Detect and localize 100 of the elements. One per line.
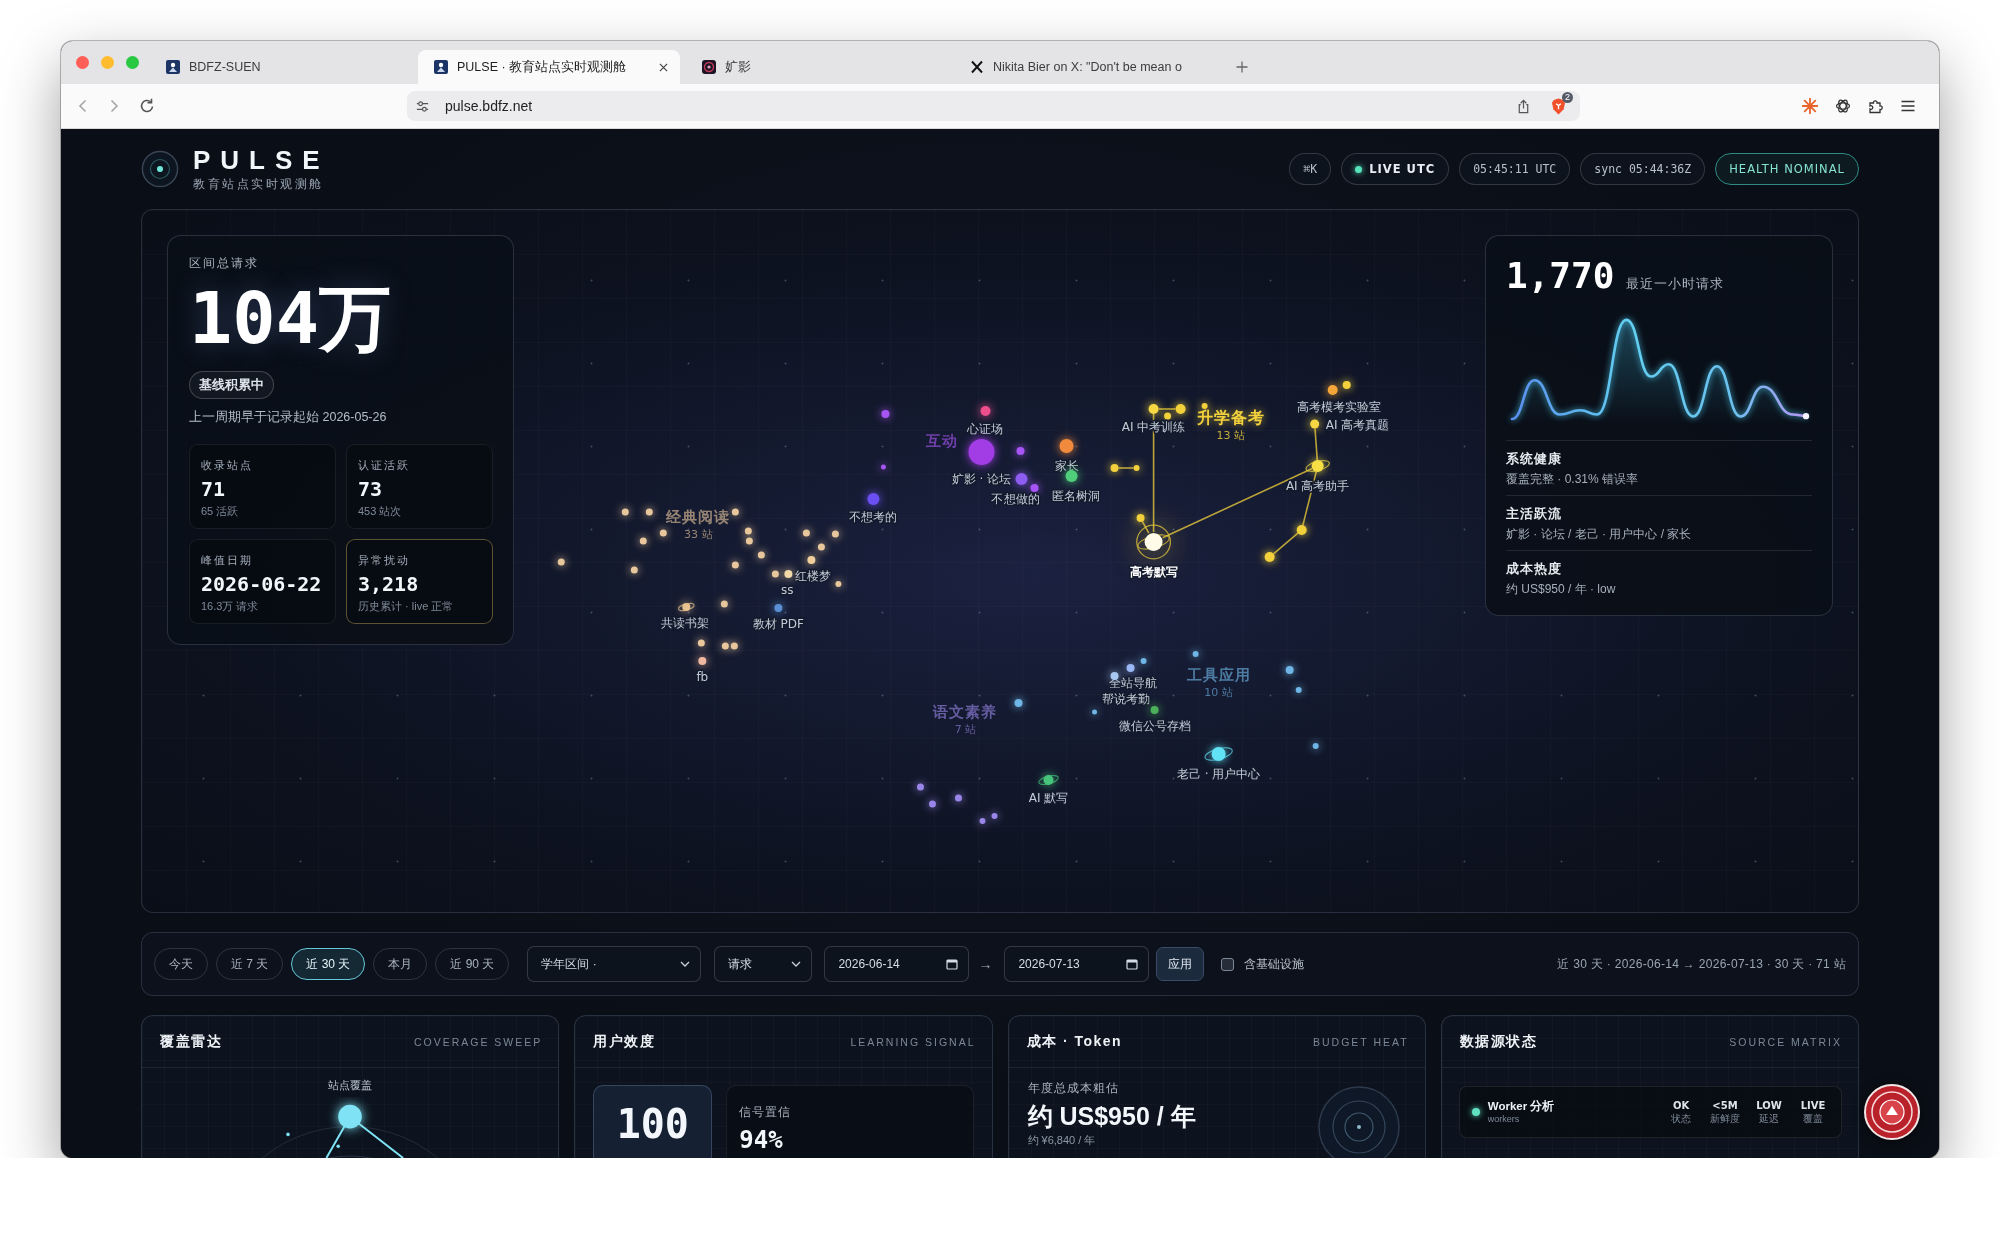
puzzle-icon[interactable] [1868,98,1884,114]
term-select[interactable]: 学年区间 · [527,946,702,982]
map-node[interactable] [698,657,707,665]
stat-caption: 65 活跃 [201,504,240,518]
stat-caption: 453 站次 [358,504,403,518]
cluster-label: 工具应用 [1186,666,1251,684]
browser-tab[interactable]: BDFZ-SUEN [150,50,412,84]
node-label: 红楼梦 [795,569,832,583]
calendar-icon[interactable] [1126,958,1139,970]
map-node[interactable] [1327,385,1338,395]
reload-icon[interactable] [139,98,155,114]
checkbox-label[interactable]: 含基础设施 [1244,955,1305,973]
range-button[interactable]: 近 30 天 [291,948,366,980]
hourly-requests: 1,770 [1506,254,1615,298]
node-label: 不想考的 [849,510,898,524]
map-node[interactable] [1310,419,1320,429]
live-badge: LIVE UTC [1341,153,1450,185]
map-node[interactable] [678,602,695,612]
close-icon[interactable] [659,62,668,72]
stat-caption: 16.3万 请求 [201,599,260,613]
cluster-count: 7 站 [954,723,977,736]
map-node[interactable] [980,406,991,416]
browser-tab[interactable]: PULSE · 教育站点实时观测舱 [418,50,680,84]
map-node[interactable] [1059,439,1074,453]
map-node[interactable] [784,570,793,578]
status-dot-icon [1355,165,1363,173]
map-node[interactable] [1126,664,1135,672]
source-stat-label: 覆盖 [1803,1112,1823,1125]
map-node[interactable] [1204,747,1233,761]
menu-icon[interactable] [1900,98,1916,114]
map-node[interactable] [807,556,816,564]
budget-value: 约 US$950 / 年 [1027,1101,1196,1131]
panel-title: 用户效度 [593,1032,656,1051]
status-badge: 基线积累中 [189,371,274,399]
lion-shield-icon[interactable] [1551,97,1566,115]
map-node[interactable] [774,604,783,612]
node-label: AI 高考真题 [1325,418,1390,432]
source-stat-label: 延迟 [1759,1112,1779,1125]
panel-tag: LEARNING SIGNAL [850,1035,976,1048]
map-node[interactable] [1150,706,1159,714]
panel-tag: SOURCE MATRIX [1729,1035,1842,1048]
new-tab-icon[interactable] [1236,61,1248,73]
map-node[interactable] [1038,775,1059,785]
node-label: 高考默写 [1129,565,1178,579]
sparkle-icon[interactable] [1802,98,1818,114]
share-icon[interactable] [1516,98,1531,114]
apply-button[interactable]: 应用 [1156,947,1205,981]
shortcut-button[interactable]: ⌘K [1289,153,1332,185]
source-stat-value: <5M [1712,1099,1738,1112]
budget-caption: 约 ¥6,840 / 年 [1027,1133,1097,1147]
cluster-count: 33 站 [684,528,713,541]
cluster-count: 10 站 [1204,686,1233,699]
connector-line [1117,467,1135,469]
node-label: 高考模考实验室 [1296,400,1381,414]
cluster-label: 互动 [926,432,959,450]
node-label: AI 默写 [1028,791,1069,805]
calendar-icon[interactable] [946,958,959,970]
end-date-field[interactable]: 2026-07-13 [1004,946,1150,982]
browser-tab[interactable]: 㚧影 [686,50,948,84]
browser-tab[interactable]: Nikita Bier on X: "Don't be mean o [954,50,1216,84]
section-title: 系统健康 [1506,451,1563,468]
stat-label: 峰值日期 [201,553,254,568]
map-node[interactable] [1110,672,1119,680]
stat-caption: 历史累计 · live 正常 [358,599,455,613]
node-label: ss [781,583,794,597]
node-label: 帮说考勤 [1101,692,1150,706]
node-label: fb [696,670,709,684]
address-field[interactable]: pulse.bdfz.net 2 [407,91,1580,121]
budget-label: 年度总成本粗估 [1027,1081,1120,1096]
seal-icon[interactable] [1864,1084,1920,1140]
stat-label: 异常扰动 [358,553,411,568]
node-label: 不想做的 [991,492,1040,506]
map-node[interactable] [1305,460,1330,472]
connector-line [1141,520,1150,534]
map-node[interactable] [968,439,995,465]
map-node[interactable] [1065,470,1078,482]
node-label: 教材 PDF [752,617,804,631]
node-label: 微信公号存档 [1118,719,1191,733]
knot-icon[interactable] [1835,98,1851,114]
map-node[interactable] [1136,524,1172,560]
connector-line [1157,408,1177,410]
tune-icon[interactable] [415,98,430,114]
start-date-field[interactable]: 2026-06-14 [824,946,970,982]
map-node[interactable] [867,493,880,505]
round-favicon-icon [702,60,716,74]
node-label: 㚧影 · 论坛 [951,472,1012,486]
section-title: 主活跃流 [1506,505,1563,523]
source-stat-value: OK [1672,1099,1690,1112]
map-node[interactable] [1015,473,1028,485]
node-label: 老己 · 用户中心 [1176,767,1261,781]
square-favicon-icon [434,60,448,74]
card-label: 区间总请求 [189,256,260,271]
metric-select[interactable]: 请求 [714,946,813,982]
stat-label: 认证活跃 [358,458,411,473]
stat-value: 73 [358,476,384,502]
source-stat-label: 新鲜度 [1710,1112,1740,1125]
stat-label: 收录站点 [201,458,254,473]
checkbox[interactable] [1221,957,1235,971]
map-node[interactable] [1148,404,1159,414]
section-title: 成本热度 [1506,560,1563,578]
